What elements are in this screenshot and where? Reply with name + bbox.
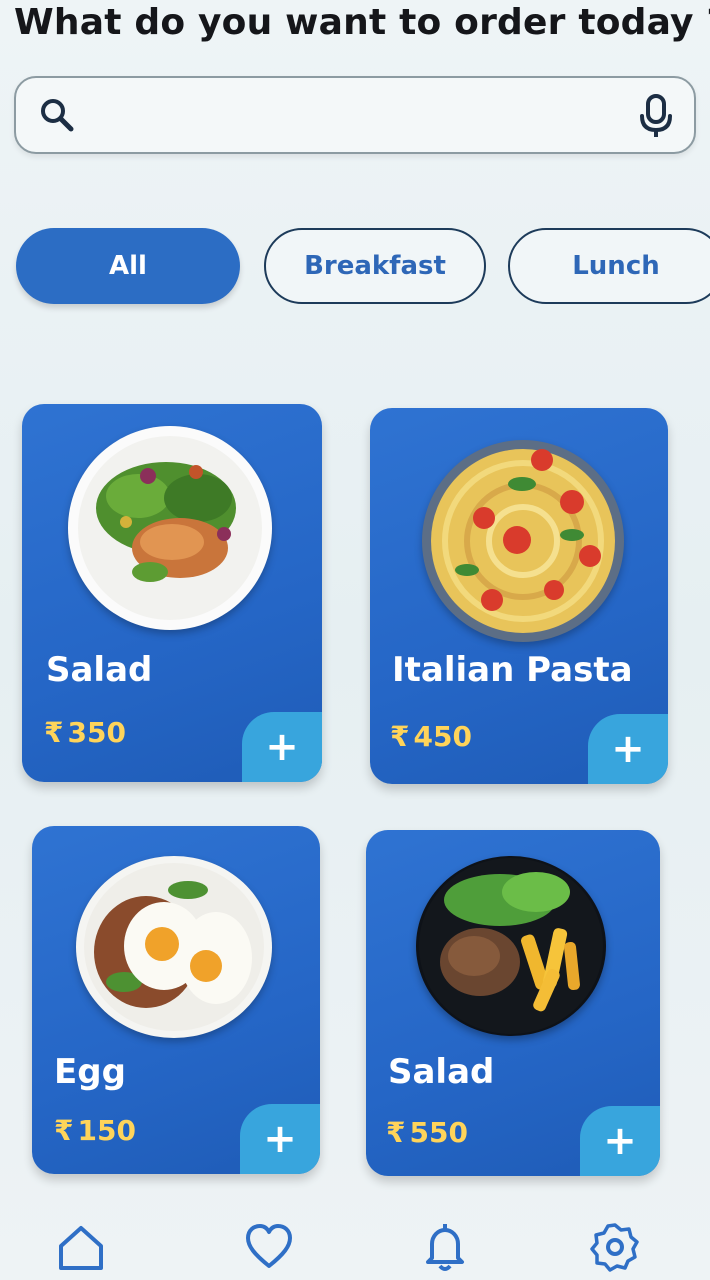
food-price-value: 350 [67, 716, 126, 749]
page-title: What do you want to order today ? [14, 2, 710, 43]
bell-icon[interactable] [420, 1222, 470, 1272]
category-chip-all[interactable]: All [16, 228, 240, 304]
category-chip-lunch[interactable]: Lunch [508, 228, 710, 304]
currency-symbol: ₹ [54, 1114, 74, 1147]
category-chip-label: All [109, 251, 147, 281]
food-price-value: 150 [77, 1114, 136, 1147]
currency-symbol: ₹ [390, 720, 410, 753]
search-bar[interactable] [14, 76, 696, 154]
search-input[interactable] [94, 92, 638, 140]
food-image-egg [76, 856, 272, 1038]
food-name: Egg [54, 1052, 126, 1092]
add-to-cart-button[interactable]: + [588, 714, 668, 784]
home-icon[interactable] [56, 1222, 106, 1272]
food-card[interactable]: Egg ₹150 + [32, 826, 320, 1174]
settings-icon[interactable] [590, 1222, 640, 1272]
food-image-salad [416, 856, 606, 1036]
plus-icon: + [265, 724, 299, 770]
plus-icon: + [263, 1116, 297, 1162]
food-name: Salad [388, 1052, 495, 1092]
food-image-salad [68, 426, 272, 630]
microphone-icon[interactable] [636, 92, 676, 140]
food-price: ₹550 [386, 1116, 468, 1149]
currency-symbol: ₹ [386, 1116, 406, 1149]
heart-icon[interactable] [244, 1222, 294, 1272]
food-image-italian-pasta [422, 440, 624, 642]
food-card[interactable]: Salad ₹550 + [366, 830, 660, 1176]
category-chip-label: Breakfast [304, 251, 446, 281]
plus-icon: + [603, 1118, 637, 1164]
food-card[interactable]: Salad ₹350 + [22, 404, 322, 782]
food-price: ₹350 [44, 716, 126, 749]
food-price: ₹150 [54, 1114, 136, 1147]
food-price-value: 450 [413, 720, 472, 753]
add-to-cart-button[interactable]: + [242, 712, 322, 782]
search-icon[interactable] [36, 94, 78, 136]
order-screen: What do you want to order today ? All Br… [0, 0, 710, 1280]
food-name: Salad [46, 650, 153, 690]
food-name: Italian Pasta [392, 650, 633, 690]
food-price: ₹450 [390, 720, 472, 753]
currency-symbol: ₹ [44, 716, 64, 749]
add-to-cart-button[interactable]: + [240, 1104, 320, 1174]
food-price-value: 550 [409, 1116, 468, 1149]
add-to-cart-button[interactable]: + [580, 1106, 660, 1176]
food-card[interactable]: Italian Pasta ₹450 + [370, 408, 668, 784]
category-chip-label: Lunch [572, 251, 660, 281]
plus-icon: + [611, 726, 645, 772]
category-chip-breakfast[interactable]: Breakfast [264, 228, 486, 304]
